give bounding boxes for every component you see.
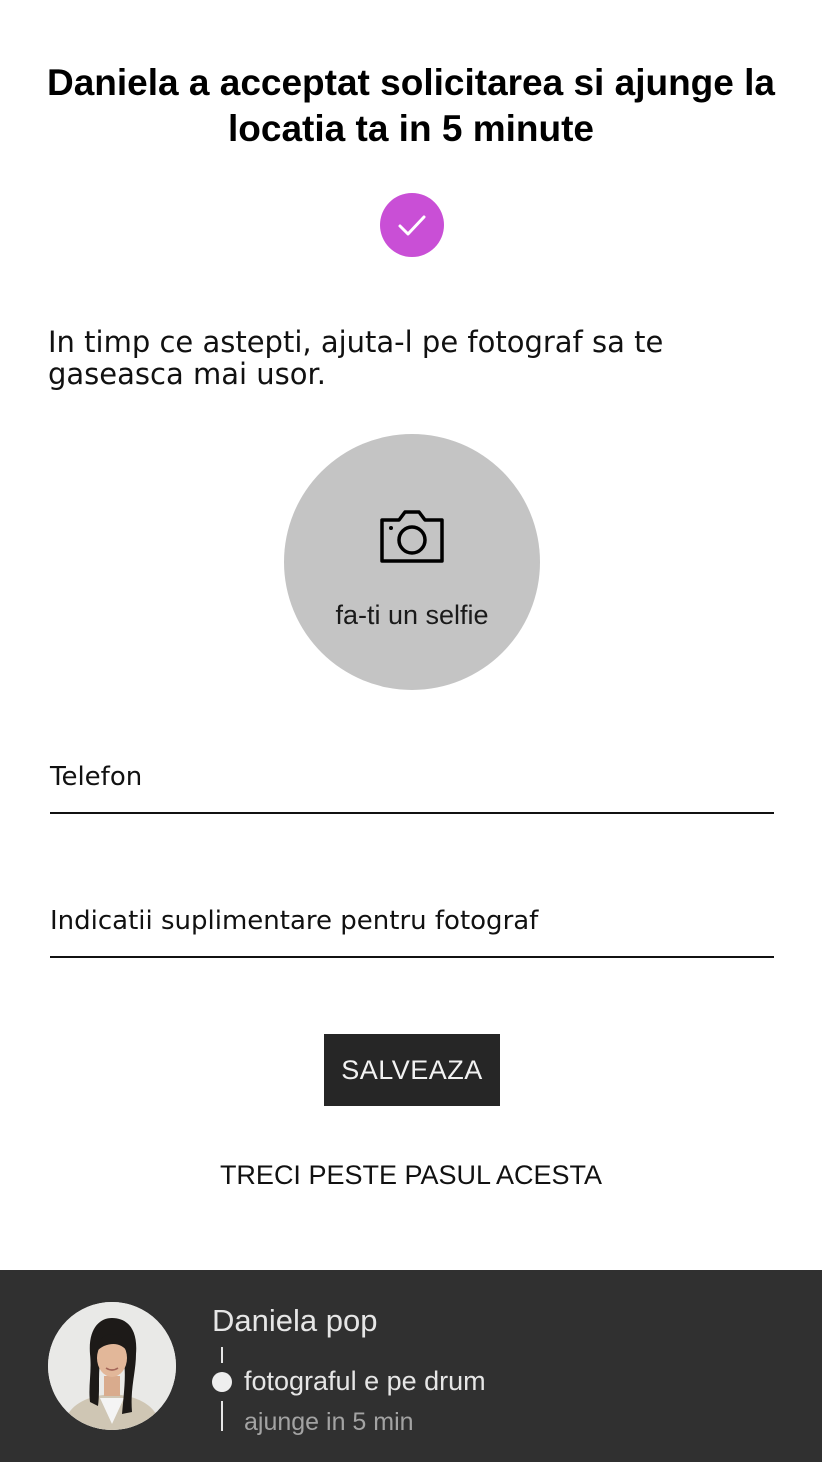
timeline-connector xyxy=(221,1347,223,1363)
save-button[interactable]: SALVEAZA xyxy=(324,1034,500,1106)
avatar xyxy=(48,1302,176,1430)
selfie-button[interactable]: fa-ti un selfie xyxy=(284,434,540,690)
page-title: Daniela a acceptat solicitarea si ajunge… xyxy=(46,62,775,149)
eta-text: ajunge in 5 min xyxy=(244,1408,414,1436)
selfie-label: fa-ti un selfie xyxy=(335,600,489,630)
skip-step-link[interactable]: TRECI PESTE PASUL ACESTA xyxy=(0,1160,822,1191)
phone-placeholder: Telefon xyxy=(50,762,143,792)
status-text: fotograful e pe drum xyxy=(244,1366,486,1396)
photographer-photo xyxy=(48,1302,176,1430)
checkmark-icon xyxy=(398,215,426,236)
timeline-connector xyxy=(221,1401,223,1431)
notes-field[interactable]: Indicatii suplimentare pentru fotograf xyxy=(50,898,774,958)
timeline-dot xyxy=(212,1372,232,1392)
intro-text: In timp ce astepti, ajuta-l pe fotograf … xyxy=(48,325,664,391)
photographer-name: Daniela pop xyxy=(212,1303,378,1338)
photographer-status-bar: Daniela pop fotograful e pe drum ajunge … xyxy=(0,1270,822,1462)
notes-placeholder: Indicatii suplimentare pentru fotograf xyxy=(50,906,539,936)
camera-icon xyxy=(380,510,444,563)
phone-field[interactable]: Telefon xyxy=(50,754,774,814)
confirmation-badge xyxy=(380,193,444,257)
